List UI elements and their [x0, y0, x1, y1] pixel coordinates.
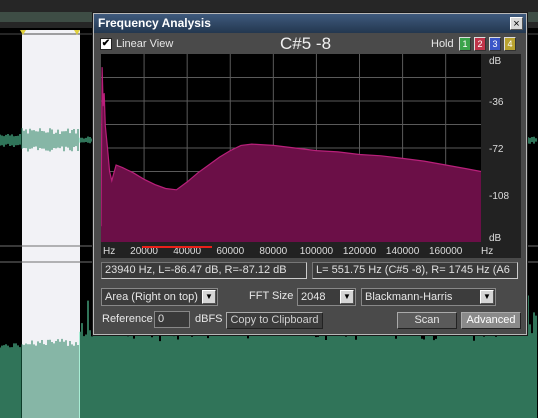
reference-label: Reference	[102, 313, 153, 325]
scan-button[interactable]: Scan	[397, 312, 457, 329]
spectrum-chart[interactable]: Hz 20000 40000 60000 80000 100000 120000 140000…	[101, 54, 521, 258]
copy-to-clipboard-button[interactable]: Copy to Clipboard	[226, 312, 323, 329]
note-display: C#5 -8	[280, 34, 332, 53]
x-axis-unit-label-end: Hz	[481, 246, 493, 257]
frequency-analysis-dialog: Frequency Analysis × ✔ Linear View C#5 -…	[93, 13, 527, 335]
y-axis-unit-label-bottom: dB	[489, 233, 502, 244]
annotation-underline	[142, 246, 212, 248]
y-tick-label: -72	[489, 144, 504, 155]
advanced-button[interactable]: Advanced	[461, 312, 521, 329]
hold-label: Hold	[431, 38, 454, 50]
hold-button-1[interactable]: 1	[459, 37, 471, 51]
dialog-title: Frequency Analysis	[98, 16, 211, 30]
linear-view-label[interactable]: Linear View	[116, 38, 173, 50]
hold-button-2[interactable]: 2	[474, 37, 486, 51]
y-tick-label: -36	[489, 97, 504, 108]
y-axis-panel	[481, 54, 521, 258]
hold-button-4[interactable]: 4	[504, 37, 516, 51]
close-icon[interactable]: ×	[510, 17, 523, 30]
x-tick-label: 140000	[386, 246, 420, 257]
x-tick-label: 160000	[429, 246, 463, 257]
x-tick-label: 60000	[216, 246, 244, 257]
y-tick-label: -108	[489, 191, 509, 202]
graph-mode-select[interactable]: Area (Right on top) ▼	[101, 288, 218, 306]
hold-button-3[interactable]: 3	[489, 37, 501, 51]
window-function-value: Blackmann-Harris	[365, 291, 453, 303]
x-axis-panel	[101, 242, 481, 258]
graph-mode-value: Area (Right on top)	[105, 291, 198, 303]
window-function-select[interactable]: Blackmann-Harris ▼	[361, 288, 496, 306]
linear-view-checkbox[interactable]: ✔	[100, 38, 112, 50]
chevron-down-icon[interactable]: ▼	[480, 290, 494, 304]
fft-size-select[interactable]: 2048 ▼	[297, 288, 356, 306]
y-axis-unit-label: dB	[489, 56, 502, 67]
x-tick-label: 100000	[300, 246, 334, 257]
cursor-readout: 23940 Hz, L=-86.47 dB, R=-87.12 dB	[101, 262, 307, 279]
x-tick-label: 80000	[259, 246, 287, 257]
chevron-down-icon[interactable]: ▼	[340, 290, 354, 304]
x-axis-unit-label: Hz	[103, 246, 115, 257]
x-tick-label: 120000	[343, 246, 377, 257]
reference-unit-label: dBFS	[195, 313, 223, 325]
fft-size-value: 2048	[301, 291, 326, 303]
chevron-down-icon[interactable]: ▼	[202, 290, 216, 304]
reference-input[interactable]: 0	[154, 311, 190, 328]
fft-size-label: FFT Size	[249, 290, 294, 302]
dialog-titlebar[interactable]: Frequency Analysis	[94, 14, 526, 33]
peak-readout: L= 551.75 Hz (C#5 -8), R= 1745 Hz (A6	[312, 262, 518, 279]
editor-background: Frequency Analysis × ✔ Linear View C#5 -…	[0, 0, 538, 418]
